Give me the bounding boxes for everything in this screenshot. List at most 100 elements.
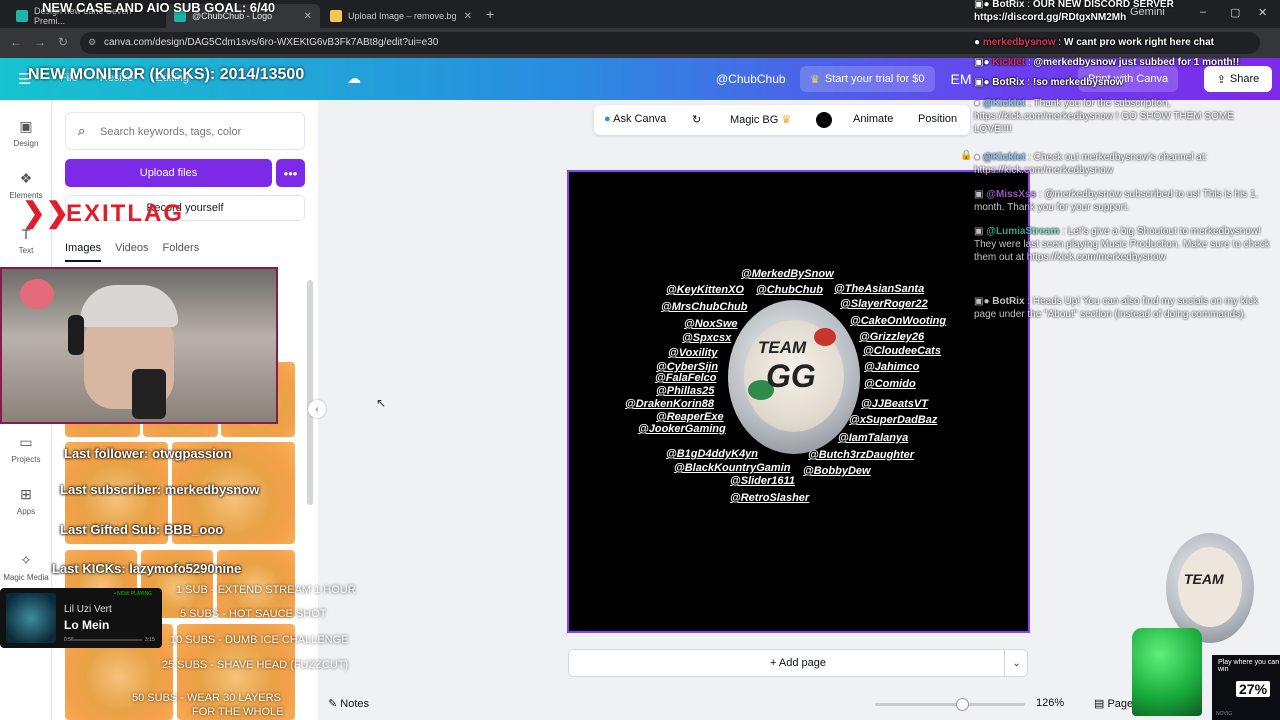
removebg-favicon-icon — [330, 10, 342, 22]
magic-bg-label: Magic BG — [730, 114, 779, 126]
rail-label: Text — [18, 246, 34, 255]
handle-text: @FalaFelco — [655, 372, 717, 384]
magic-bg-button[interactable]: Magic BG ♛ — [730, 113, 791, 126]
canva-ai-icon: ● — [604, 113, 611, 125]
design-icon: ▣ — [19, 118, 33, 134]
last-gifted-sub: Last Gifted Sub: BBB_ooo — [60, 522, 224, 537]
now-playing-badge: • NOW PLAYING — [114, 591, 153, 597]
forward-icon[interactable]: → — [34, 35, 46, 49]
sub-goal-overlay: NEW CASE AND AIO SUB GOAL: 6/40 — [42, 0, 276, 15]
last-follower: Last follower: otwgpassion — [64, 446, 232, 461]
crown-icon: ♛ — [781, 114, 792, 126]
panel-scrollbar[interactable] — [307, 280, 313, 505]
more-options-icon[interactable]: ••• — [276, 159, 305, 187]
zoom-slider-knob[interactable] — [956, 698, 969, 711]
chat-username: @MissXss — [986, 189, 1037, 200]
chevron-down-icon[interactable]: ⌄ — [1004, 649, 1028, 677]
money-pile-decoration — [1132, 628, 1202, 716]
rail-item-design[interactable]: ▣ Design — [0, 118, 52, 148]
rail-item-magic-media[interactable]: ✧ Magic Media — [0, 552, 52, 582]
browser-tab-3[interactable]: Upload Image – remove.bg ✕ — [322, 4, 480, 28]
position-button[interactable]: Position — [918, 113, 957, 125]
notes-button[interactable]: ✎ Notes — [328, 697, 369, 710]
total-time: 3:15 — [145, 637, 155, 643]
tab-folders[interactable]: Folders — [163, 242, 200, 262]
handle-text: @Grizzley26 — [859, 331, 925, 343]
rail-item-projects[interactable]: ▭ Projects — [0, 434, 52, 464]
kick-badge-icon: ▣ — [974, 189, 984, 200]
kick-badge-icon: ▣● — [974, 77, 990, 88]
coin-team-text: TEAM — [758, 338, 807, 357]
zoom-level[interactable]: 126% — [1036, 697, 1064, 709]
search-placeholder: Search keywords, tags, color — [100, 126, 242, 138]
coin-gg-text: GG — [766, 358, 816, 394]
chat-message: ● merkedbysnow : W cant pro work right h… — [974, 37, 1215, 48]
ask-canva-button[interactable]: ● Ask Canva — [604, 113, 666, 125]
rail-item-apps[interactable]: ⊞ Apps — [0, 486, 52, 516]
handle-text: @MerkedBySnow — [741, 268, 834, 280]
add-page-button[interactable]: + Add page — [568, 649, 1028, 677]
exitlag-chevron-icon: ❯❯ — [22, 197, 69, 228]
close-tab-icon[interactable]: ✕ — [304, 11, 312, 22]
collapse-panel-icon[interactable]: ‹ — [308, 400, 326, 418]
flower-decoration — [814, 328, 836, 346]
badge-icon: ● — [974, 37, 981, 48]
notes-icon: ✎ — [328, 698, 338, 710]
sponsor-ad: Play where you can win 27% NOVIG — [1212, 655, 1280, 720]
handle-text: @Jahimco — [864, 361, 920, 373]
zoom-slider[interactable] — [875, 698, 1025, 711]
ask-label: Ask Canva — [613, 113, 667, 125]
site-info-icon[interactable]: ⚙ — [88, 37, 96, 48]
handle-text: @BobbyDew — [803, 465, 871, 477]
chat-username: BotRix — [992, 0, 1025, 10]
search-icon: ⌕ — [78, 123, 86, 138]
trial-label: Start your trial for $0 — [824, 73, 925, 85]
magic-media-icon: ✧ — [20, 552, 32, 568]
avatar[interactable]: EM — [946, 66, 976, 92]
chat-username: Kicklet — [992, 57, 1026, 68]
replace-icon[interactable]: ↻ — [692, 113, 701, 126]
handle-text: @KeyKittenXO — [666, 284, 744, 296]
chat-username: @Kicklet — [982, 152, 1026, 163]
reload-icon[interactable]: ↻ — [58, 35, 68, 49]
chat-text: !so merkedbysnow — [1032, 77, 1124, 88]
last-kicks: Last KICKs: lazymofo5290nine — [52, 561, 242, 576]
handle-text: @JookerGaming — [638, 423, 726, 435]
handle-text: @ChubChub — [756, 284, 823, 296]
goal-line: 1 SUB - EXTEND STREAM 1 HOUR — [176, 584, 356, 596]
new-tab-icon[interactable]: + — [486, 6, 494, 22]
ad-percent: 27% — [1236, 681, 1271, 697]
exitlag-logo: ❯❯ EXITLAG — [22, 192, 232, 236]
start-trial-button[interactable]: ♛ Start your trial for $0 — [800, 66, 935, 92]
handle-text: @Phillas25 — [656, 385, 715, 397]
chat-message: ▣ @MissXss : @merkedbysnow subscribed to… — [974, 189, 1259, 213]
close-tab-icon[interactable]: ✕ — [464, 11, 472, 22]
color-swatch[interactable] — [816, 112, 832, 128]
canva-favicon-icon — [16, 10, 28, 22]
handle-text: @DrakenKorin88 — [625, 398, 714, 410]
lock-icon[interactable]: 🔒 — [960, 150, 972, 161]
ad-brand: NOVIG — [1216, 711, 1233, 717]
rail-label: Projects — [11, 455, 41, 464]
search-input[interactable]: ⌕ Search keywords, tags, color — [65, 112, 305, 150]
team-gg-spinning-coin: TEAM — [1166, 533, 1254, 643]
back-icon[interactable]: ← — [10, 35, 22, 49]
tab-videos[interactable]: Videos — [115, 242, 148, 262]
badge-icon: ● — [974, 152, 981, 163]
upload-files-button[interactable]: Upload files — [65, 159, 272, 187]
kick-badge-icon: ▣● — [974, 0, 990, 10]
handle-text: @Comido — [864, 378, 916, 390]
artist-name: Lil Uzi Vert — [64, 604, 112, 615]
uploads-tabs: Images Videos Folders — [65, 242, 199, 262]
last-subscriber: Last subscriber: merkedbysnow — [60, 482, 260, 497]
animate-button[interactable]: Animate — [853, 113, 893, 125]
cloud-save-icon[interactable]: ☁ — [347, 70, 361, 87]
tab-label: Upload Image – remove.bg — [348, 11, 457, 21]
chat-username: BotRix — [992, 77, 1025, 88]
chat-message: ▣ @LumiaStream : Let's give a big Shouto… — [974, 226, 1270, 263]
design-title[interactable]: @ChubChub — [716, 72, 786, 86]
chat-username: merkedbysnow — [982, 37, 1056, 48]
tab-images[interactable]: Images — [65, 242, 102, 262]
progress-bar — [72, 639, 142, 641]
badge-icon: ● — [974, 98, 981, 109]
